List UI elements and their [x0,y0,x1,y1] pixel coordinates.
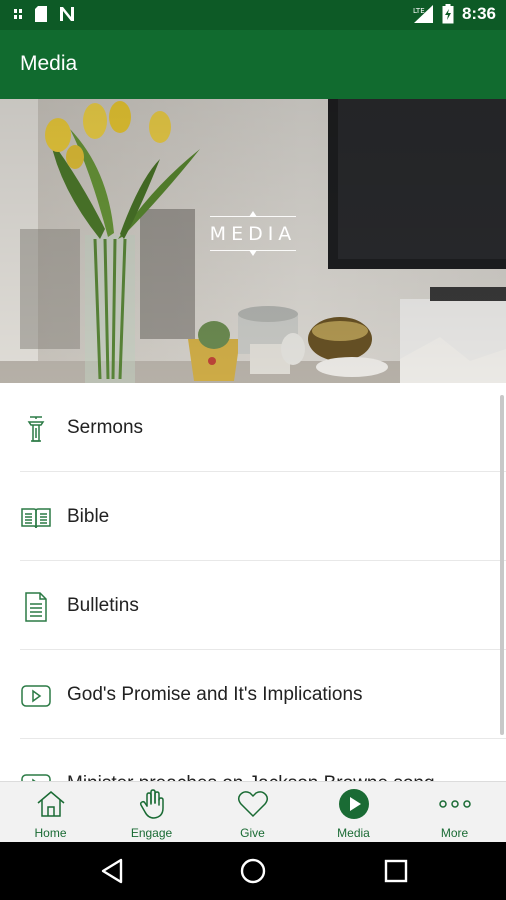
status-time: 8:36 [461,4,496,23]
hero-banner: MEDIA [0,99,506,383]
status-left-icons [12,5,76,23]
play-video-icon [21,774,51,781]
media-list: Sermons Bible Bulletins God's Promise an… [0,383,506,781]
status-bar: LTE 8:36 [0,0,506,30]
nav-engage[interactable]: Engage [101,782,202,843]
recents-icon[interactable] [381,856,411,886]
nav-media[interactable]: Media [303,782,404,843]
notification-icon [14,9,22,19]
lte-signal-icon: LTE [413,5,433,23]
sd-card-icon [35,6,47,22]
list-item-label: God's Promise and It's Implications [67,684,363,705]
hero-title: MEDIA [209,216,297,251]
list-item-video-2[interactable]: Minister preaches on Jackson Browne song [0,739,506,781]
home-button-icon[interactable] [238,856,268,886]
list-item-label: Bible [67,506,110,527]
nav-label: Engage [130,826,173,840]
list-item-bulletins[interactable]: Bulletins [0,561,506,650]
document-icon [25,592,47,622]
book-icon [21,508,51,529]
bottom-nav: Home Engage Give Media More [0,781,506,842]
list-item-video-1[interactable]: God's Promise and It's Implications [0,650,506,739]
list-item-label: Bulletins [67,595,139,616]
play-circle-icon [338,789,369,819]
nav-label: More [440,826,469,840]
nav-home[interactable]: Home [0,782,101,843]
nav-label: Give [240,826,265,840]
heart-icon [237,791,268,818]
status-right-icons: LTE 8:36 [412,4,496,24]
hero-label: MEDIA [0,211,506,256]
nav-give[interactable]: Give [202,782,303,843]
list-item-sermons[interactable]: Sermons [0,383,506,472]
list-item-bible[interactable]: Bible [0,472,506,561]
podium-icon [27,416,45,442]
back-icon[interactable] [97,856,127,886]
play-video-icon [21,685,51,707]
scrollbar[interactable] [500,395,504,735]
svg-text:LTE: LTE [413,7,425,15]
nav-more[interactable]: More [404,782,505,843]
list-item-label: Minister preaches on Jackson Browne song [67,773,435,781]
page-title: Media [20,52,78,75]
app-bar: Media [0,30,506,99]
hand-icon [139,789,164,819]
home-icon [37,791,64,817]
nav-label: Home [34,826,67,840]
more-dots-icon [438,800,471,808]
nav-label: Media [337,826,370,840]
system-nav-bar [0,842,506,900]
n-app-icon [60,7,74,21]
battery-icon [442,4,454,24]
list-item-label: Sermons [67,417,144,438]
